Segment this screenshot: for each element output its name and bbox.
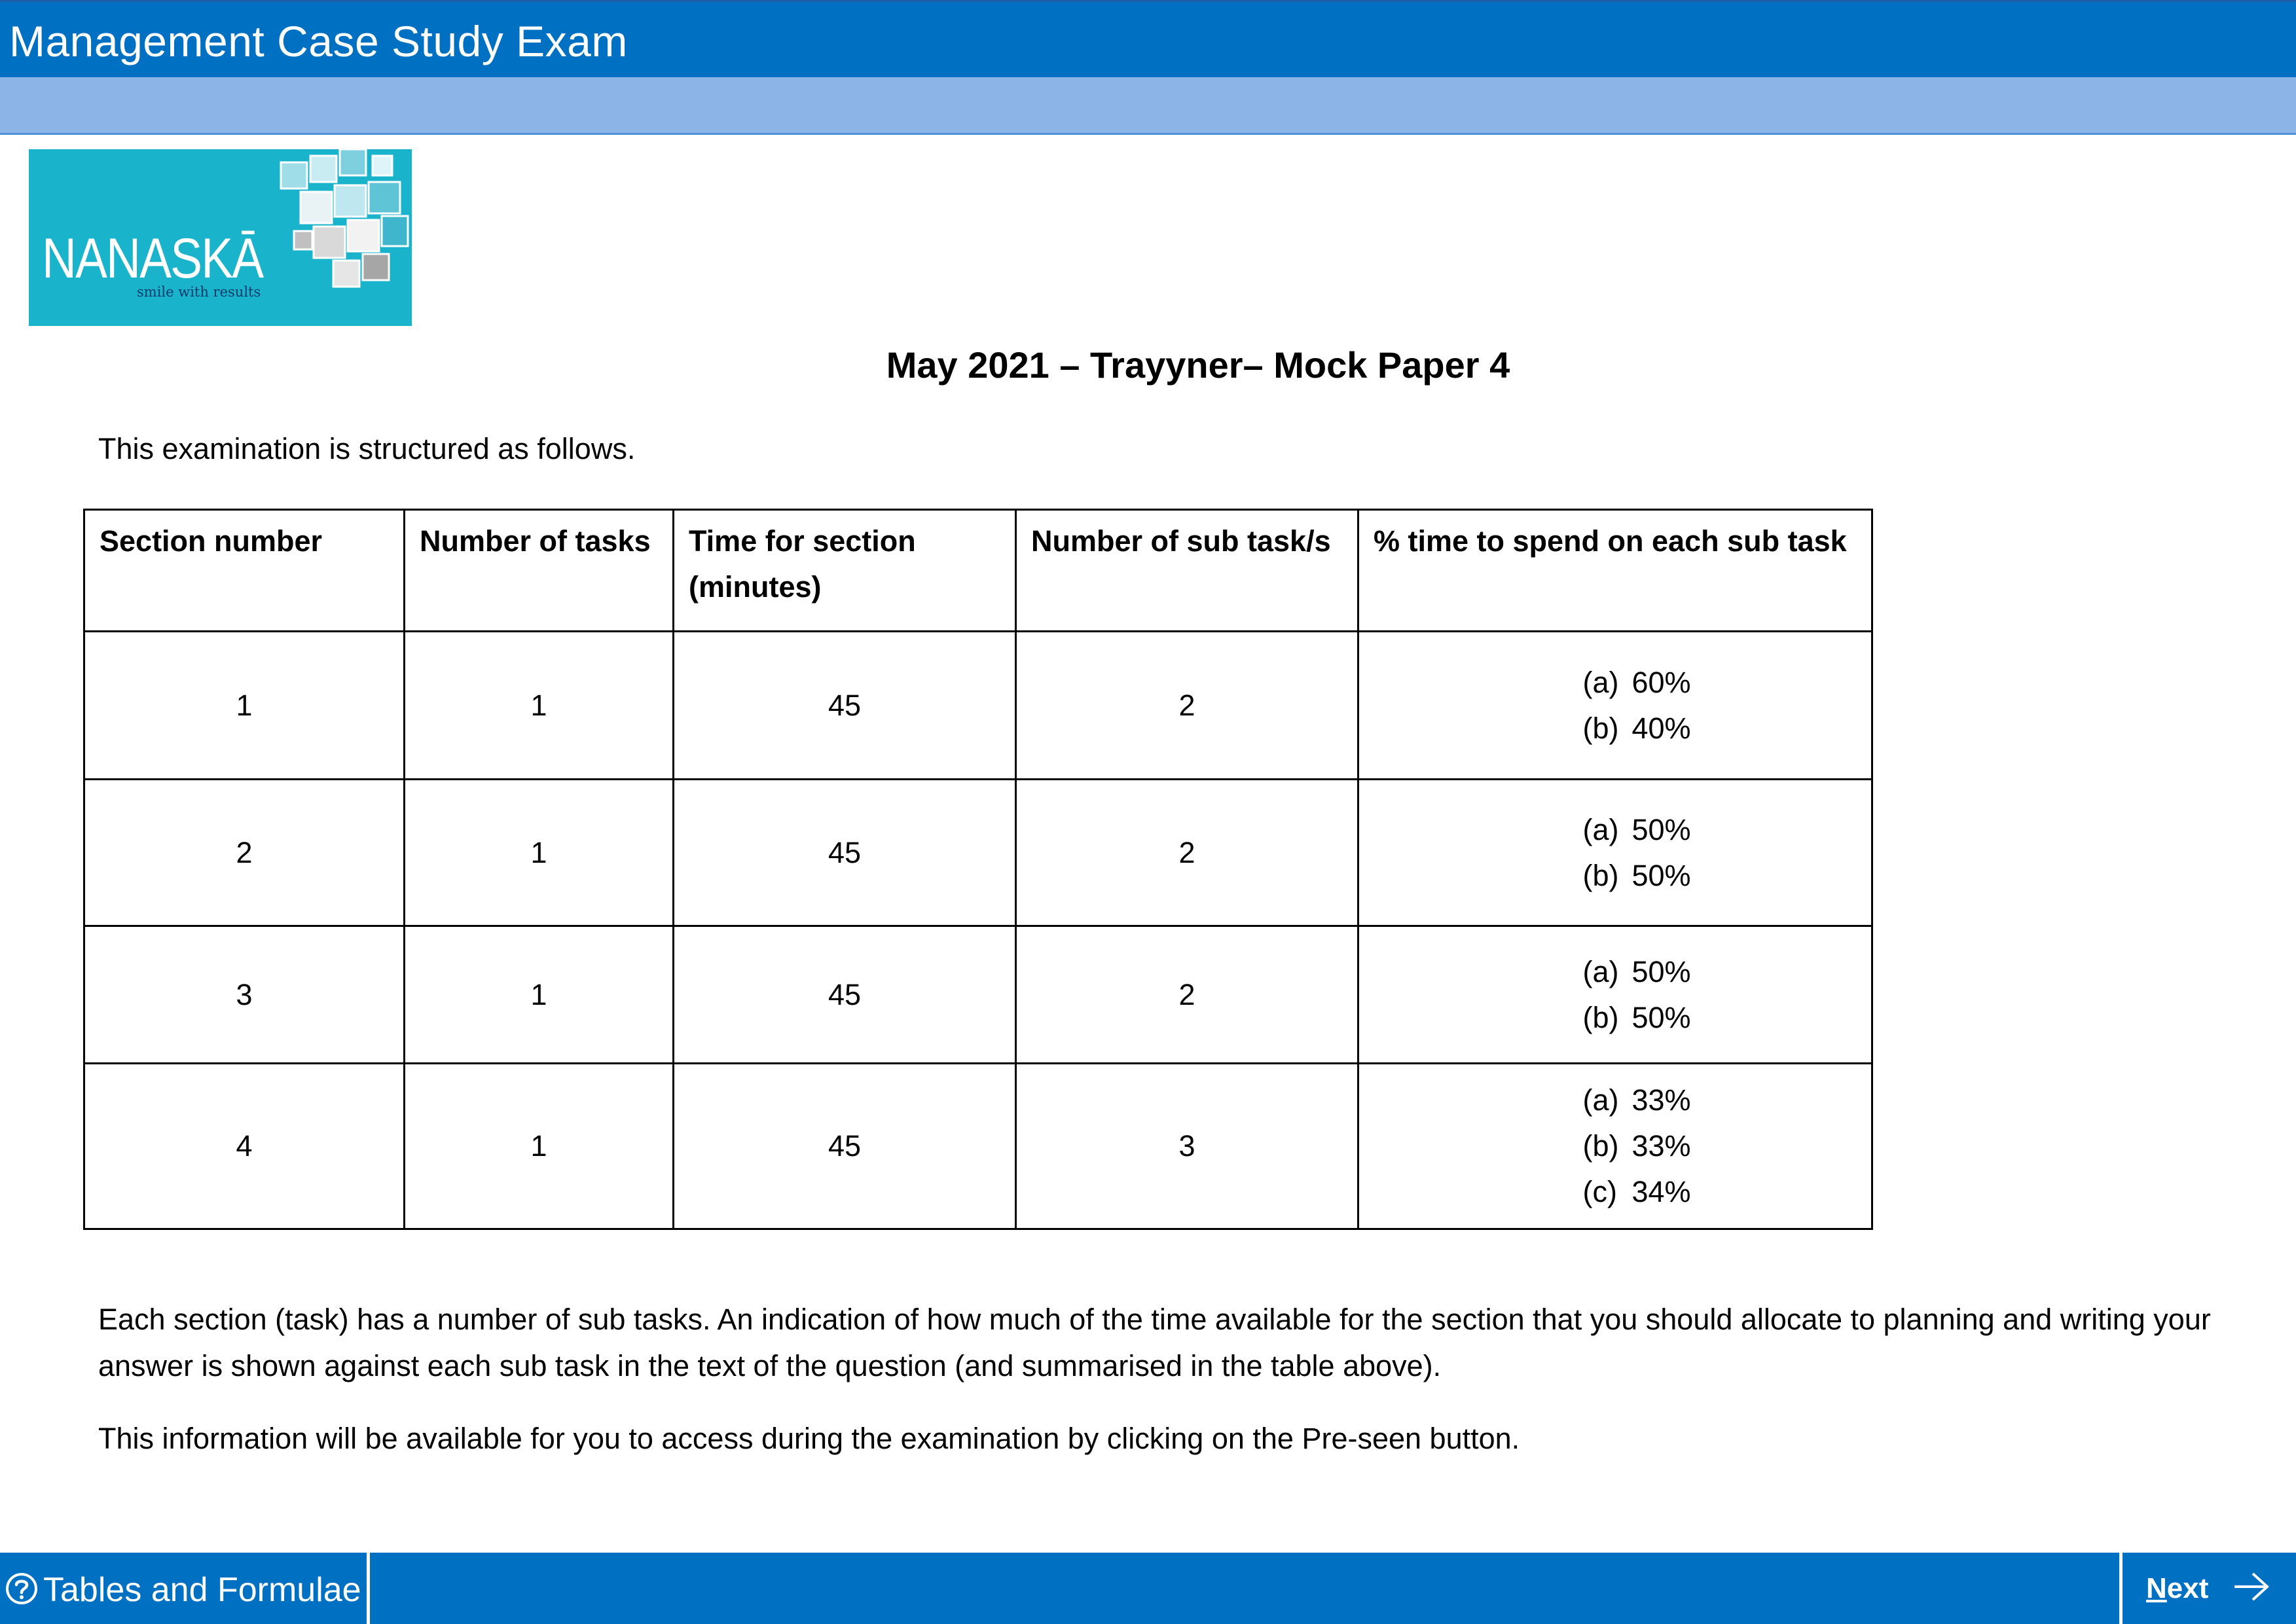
cell-subtasks: 2: [1015, 925, 1359, 1064]
header-number-of-subtasks: Number of sub task/s: [1015, 509, 1359, 632]
cell-tasks: 1: [403, 778, 674, 927]
cell-tasks: 1: [403, 1062, 674, 1230]
allocation-item: (b) 33%: [1582, 1123, 1690, 1169]
instructions-paragraph: Each section (task) has a number of sub …: [98, 1303, 2211, 1382]
allocation-label: (a): [1582, 954, 1619, 988]
preseen-info-paragraph: This information will be available for y…: [98, 1422, 1520, 1455]
allocation-value: 50%: [1631, 812, 1691, 846]
allocation-list: (a) 50% (b) 50%: [1582, 949, 1690, 1041]
tables-and-formulae-button[interactable]: Tables and Formulae: [0, 1553, 370, 1624]
tables-and-formulae-label: Tables and Formulae: [43, 1571, 361, 1609]
page-title: May 2021 – Trayyner– Mock Paper 4: [886, 344, 1510, 386]
cell-allocation: (a) 60% (b) 40%: [1357, 630, 1873, 780]
title-bar: Management Case Study Exam: [0, 0, 2296, 77]
allocation-label: (b): [1582, 1129, 1619, 1163]
header-section-number: Section number: [83, 509, 405, 632]
table-row: 4 1 45 3 (a) 33% (b) 33% (c) 34%: [83, 1062, 1873, 1230]
cell-allocation: (a) 50% (b) 50%: [1357, 778, 1873, 927]
cell-allocation: (a) 33% (b) 33% (c) 34%: [1357, 1062, 1873, 1230]
table-header-row: Section number Number of tasks Time for …: [83, 509, 1873, 632]
exam-structure-table: Section number Number of tasks Time for …: [83, 509, 1873, 1230]
cell-section: 4: [83, 1062, 405, 1230]
allocation-item: (a) 60%: [1582, 660, 1690, 706]
allocation-value: 50%: [1631, 1000, 1691, 1034]
cell-allocation: (a) 50% (b) 50%: [1357, 925, 1873, 1064]
table-row: 1 1 45 2 (a) 60% (b) 40%: [83, 630, 1873, 780]
cell-subtasks: 2: [1015, 778, 1359, 927]
allocation-item: (a) 33%: [1582, 1077, 1690, 1123]
allocation-value: 34%: [1631, 1175, 1691, 1208]
window-title: Management Case Study Exam: [9, 17, 628, 65]
toolbar-strip: [0, 77, 2296, 135]
logo-wordmark: NANASKĀ: [42, 227, 264, 290]
allocation-value: 50%: [1631, 954, 1691, 988]
allocation-item: (c) 34%: [1582, 1169, 1690, 1215]
cube-graphic-icon: [280, 149, 409, 288]
cell-subtasks: 2: [1015, 630, 1359, 780]
allocation-label: (b): [1582, 711, 1619, 745]
allocation-item: (b) 50%: [1582, 853, 1690, 899]
header-time-for-section: Time for section (minutes): [672, 509, 1017, 632]
allocation-list: (a) 60% (b) 40%: [1582, 660, 1690, 751]
help-circle-icon: [6, 1573, 37, 1604]
allocation-value: 33%: [1631, 1129, 1691, 1163]
nanaska-logo: NANASKĀ smile with results: [29, 149, 412, 326]
allocation-item: (a) 50%: [1582, 807, 1690, 853]
table-row: 2 1 45 2 (a) 50% (b) 50%: [83, 778, 1873, 927]
header-number-of-tasks: Number of tasks: [403, 509, 674, 632]
logo-tagline: smile with results: [137, 284, 261, 300]
footer-bar: Tables and Formulae Next: [0, 1553, 2296, 1624]
cell-time: 45: [672, 630, 1017, 780]
next-label: Next: [2146, 1572, 2209, 1604]
cell-tasks: 1: [403, 925, 674, 1064]
cell-section: 2: [83, 778, 405, 927]
cell-section: 1: [83, 630, 405, 780]
allocation-label: (b): [1582, 858, 1619, 892]
allocation-label: (b): [1582, 1000, 1619, 1034]
cell-time: 45: [672, 1062, 1017, 1230]
header-time-allocation: % time to spend on each sub task: [1357, 509, 1873, 632]
allocation-label: (a): [1582, 812, 1619, 846]
allocation-value: 50%: [1631, 858, 1691, 892]
allocation-list: (a) 33% (b) 33% (c) 34%: [1582, 1077, 1690, 1215]
cell-subtasks: 3: [1015, 1062, 1359, 1230]
cell-section: 3: [83, 925, 405, 1064]
cell-tasks: 1: [403, 630, 674, 780]
allocation-list: (a) 50% (b) 50%: [1582, 807, 1690, 899]
allocation-item: (b) 40%: [1582, 706, 1690, 751]
table-row: 3 1 45 2 (a) 50% (b) 50%: [83, 925, 1873, 1064]
arrow-right-icon: [2234, 1572, 2269, 1601]
next-button[interactable]: Next: [2119, 1553, 2296, 1624]
allocation-value: 33%: [1631, 1083, 1691, 1117]
allocation-item: (b) 50%: [1582, 995, 1690, 1041]
allocation-value: 60%: [1631, 665, 1691, 699]
allocation-item: (a) 50%: [1582, 949, 1690, 995]
allocation-value: 40%: [1631, 711, 1691, 745]
allocation-label: (a): [1582, 665, 1619, 699]
allocation-label: (c): [1582, 1175, 1617, 1208]
intro-text: This examination is structured as follow…: [98, 432, 636, 465]
allocation-label: (a): [1582, 1083, 1619, 1117]
cell-time: 45: [672, 925, 1017, 1064]
cell-time: 45: [672, 778, 1017, 927]
